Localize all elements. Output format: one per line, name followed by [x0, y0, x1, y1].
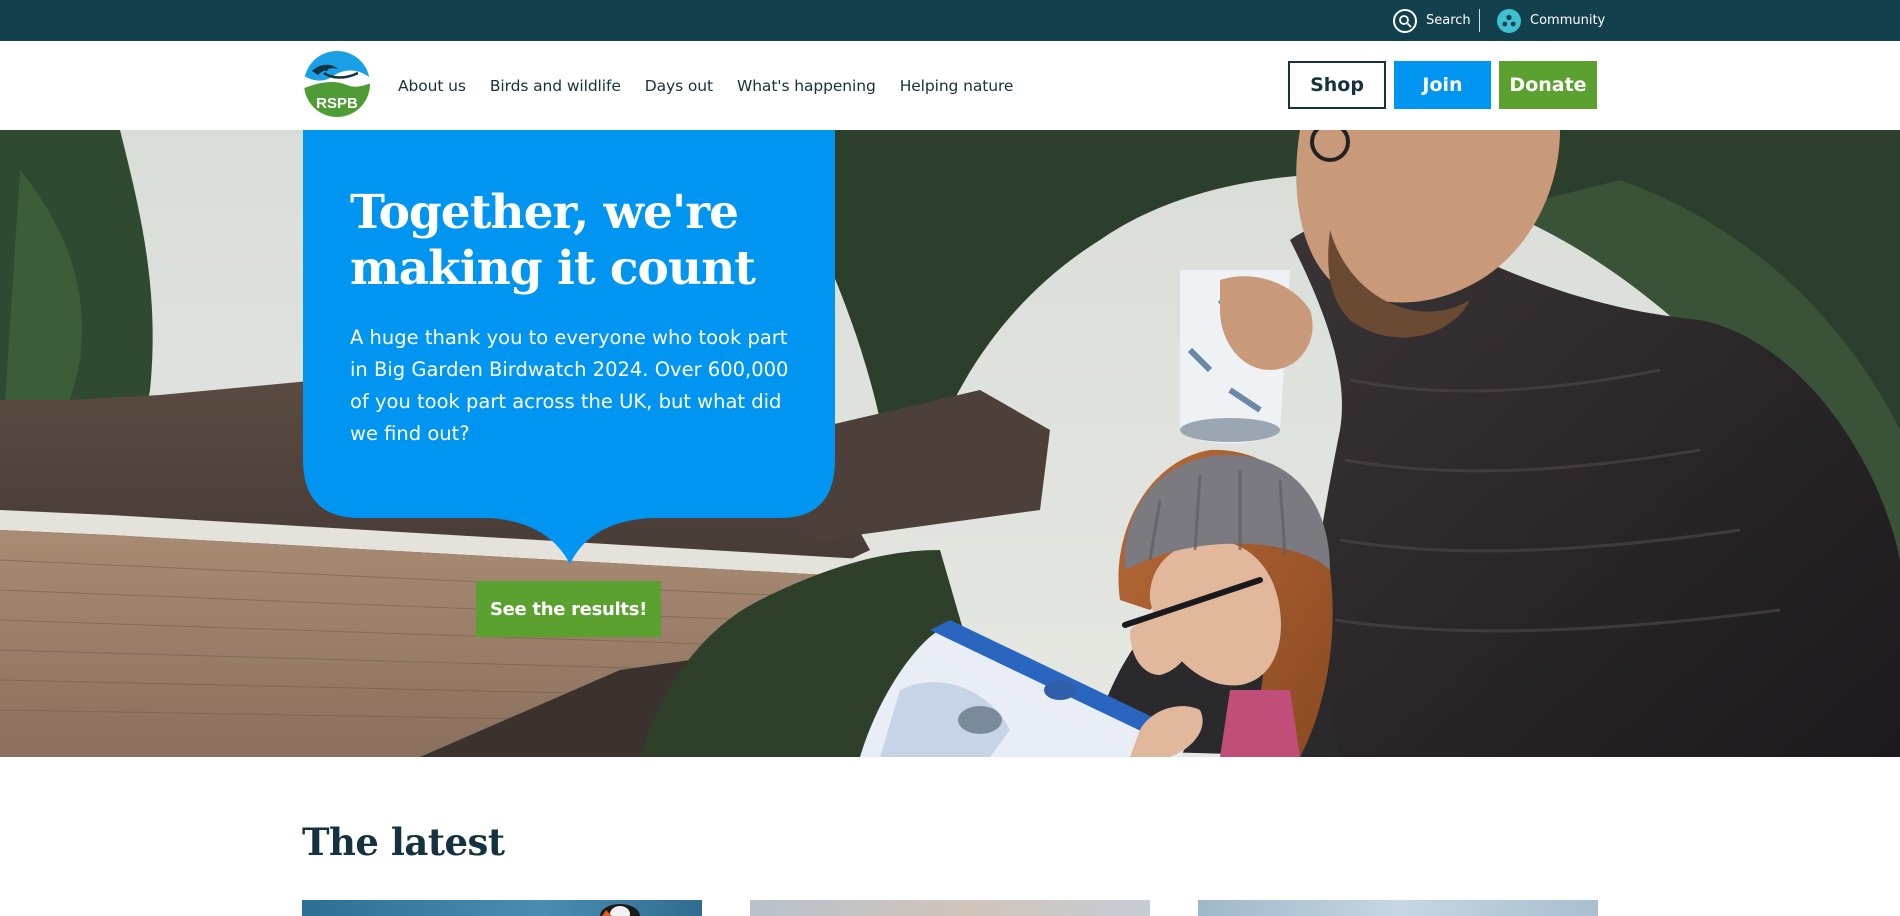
- shop-button[interactable]: Shop: [1288, 61, 1386, 109]
- latest-card-image[interactable]: [1198, 900, 1598, 916]
- hero-description: A huge thank you to everyone who took pa…: [350, 326, 789, 445]
- join-button[interactable]: Join: [1394, 61, 1491, 109]
- community-icon: [1497, 8, 1521, 33]
- search-icon: [1393, 8, 1417, 33]
- nav-item-helping-nature[interactable]: Helping nature: [900, 77, 1014, 95]
- see-results-button[interactable]: See the results!: [476, 581, 661, 637]
- latest-card-image[interactable]: [302, 900, 702, 916]
- hero-speech-bubble: [303, 130, 835, 564]
- latest-card-image[interactable]: [750, 900, 1150, 916]
- hero-banner: Together, we're making it count A huge t…: [0, 130, 1900, 757]
- nav-item-birds-and-wildlife[interactable]: Birds and wildlife: [490, 77, 621, 95]
- rspb-logo[interactable]: RSPB: [302, 49, 372, 119]
- search-label: Search: [1426, 13, 1471, 28]
- primary-nav: About us Birds and wildlife Days out Wha…: [398, 41, 1037, 130]
- community-link[interactable]: Community: [1497, 0, 1605, 41]
- search-link[interactable]: Search: [1393, 0, 1471, 41]
- nav-item-days-out[interactable]: Days out: [645, 77, 713, 95]
- donate-button[interactable]: Donate: [1499, 61, 1597, 109]
- puffin-image: [600, 904, 640, 916]
- community-label: Community: [1530, 13, 1606, 28]
- main-header: RSPB About us Birds and wildlife Days ou…: [0, 41, 1900, 130]
- logo-text: RSPB: [316, 95, 358, 112]
- utility-bar: Search Community: [0, 0, 1900, 41]
- utility-divider: [1479, 9, 1480, 32]
- latest-section-title: The latest: [302, 820, 505, 864]
- nav-item-whats-happening[interactable]: What's happening: [737, 77, 876, 95]
- nav-item-about-us[interactable]: About us: [398, 77, 466, 95]
- hero-title: Together, we're making it count: [350, 185, 756, 296]
